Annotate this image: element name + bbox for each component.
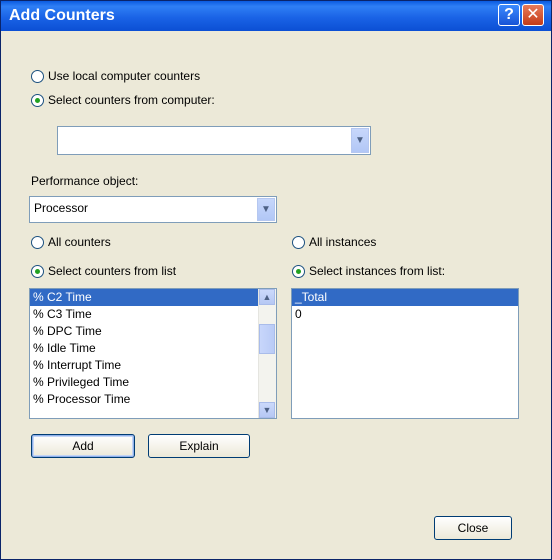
scroll-up-icon[interactable]: ▲ [259, 289, 275, 305]
instances-listbox[interactable]: _Total 0 [291, 288, 519, 419]
instance-items: _Total 0 [292, 289, 518, 323]
counter-list-item[interactable]: % DPC Time [30, 323, 276, 340]
counters-scrollbar[interactable]: ▲ ▼ [258, 289, 276, 418]
counter-list-item[interactable]: % Privileged Time [30, 374, 276, 391]
counter-list-item[interactable]: % C3 Time [30, 306, 276, 323]
counter-list-item[interactable]: % Processor Time [30, 391, 276, 408]
instance-list-item[interactable]: 0 [292, 306, 518, 323]
select-from-computer-radio[interactable]: Select counters from computer: [31, 93, 215, 107]
computer-combobox[interactable]: ▼ [57, 126, 371, 155]
add-counters-dialog: Add Counters ? ✕ Use local computer coun… [0, 0, 552, 560]
performance-object-label: Performance object: [31, 174, 139, 188]
counter-list-item[interactable]: % Idle Time [30, 340, 276, 357]
all-counters-label: All counters [48, 235, 111, 249]
select-instances-from-list-label: Select instances from list: [309, 264, 446, 278]
explain-button[interactable]: Explain [148, 434, 250, 458]
all-instances-label: All instances [309, 235, 377, 249]
counter-items: % C2 Time% C3 Time% DPC Time% Idle Time%… [30, 289, 276, 408]
counter-list-item[interactable]: % Interrupt Time [30, 357, 276, 374]
performance-object-value: Processor [34, 201, 89, 215]
close-button[interactable]: Close [434, 516, 512, 540]
performance-object-combobox[interactable]: Processor ▼ [29, 196, 277, 223]
add-button[interactable]: Add [31, 434, 135, 458]
use-local-counters-label: Use local computer counters [48, 69, 201, 83]
scroll-thumb[interactable] [259, 324, 275, 354]
use-local-counters-radio[interactable]: Use local computer counters [31, 69, 200, 83]
select-counters-from-list-label: Select counters from list [48, 264, 177, 278]
chevron-down-icon[interactable]: ▼ [351, 128, 369, 153]
radio-icon [31, 69, 44, 83]
dialog-title: Add Counters [9, 7, 115, 24]
instance-list-item[interactable]: _Total [292, 289, 518, 306]
help-button[interactable]: ? [498, 4, 520, 26]
close-window-button[interactable]: ✕ [522, 4, 544, 26]
all-instances-radio[interactable]: All instances [292, 235, 376, 249]
title-bar[interactable]: Add Counters ? ✕ [1, 1, 551, 31]
select-instances-from-list-radio[interactable]: Select instances from list: [292, 264, 445, 278]
scroll-down-icon[interactable]: ▼ [259, 402, 275, 418]
select-counters-from-list-radio[interactable]: Select counters from list [31, 264, 176, 278]
radio-icon [31, 235, 44, 249]
radio-selected-icon [292, 264, 305, 278]
counters-listbox[interactable]: % C2 Time% C3 Time% DPC Time% Idle Time%… [29, 288, 277, 419]
radio-icon [292, 235, 305, 249]
chevron-down-icon[interactable]: ▼ [257, 198, 275, 221]
select-from-computer-label: Select counters from computer: [48, 93, 215, 107]
radio-selected-icon [31, 264, 44, 278]
all-counters-radio[interactable]: All counters [31, 235, 111, 249]
radio-selected-icon [31, 93, 44, 107]
counter-list-item[interactable]: % C2 Time [30, 289, 276, 306]
